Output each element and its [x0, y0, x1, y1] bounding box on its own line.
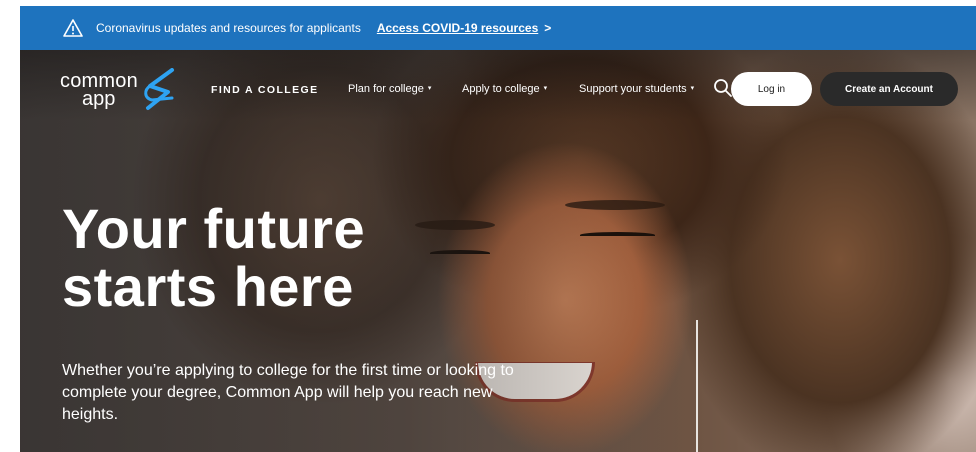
logo-mark-icon [144, 68, 174, 110]
nav-support-your-students[interactable]: Support your students ▾ [579, 83, 694, 95]
covid-resources-link[interactable]: Access COVID-19 resources [377, 21, 538, 35]
logo-text-line2: app [82, 88, 116, 110]
nav-plan-for-college[interactable]: Plan for college ▾ [348, 83, 431, 95]
nav-support-label: Support your students [579, 83, 687, 95]
search-icon[interactable] [713, 78, 733, 98]
create-account-button[interactable]: Create an Account [820, 72, 958, 106]
nav-apply-label: Apply to college [462, 83, 540, 95]
login-button[interactable]: Log in [731, 72, 812, 106]
banner-message: Coronavirus updates and resources for ap… [96, 21, 361, 35]
main-nav: common app FIND A COLLEGE Plan for colle… [20, 50, 976, 130]
hero-headline: Your future starts here [62, 200, 365, 316]
warning-triangle-icon [63, 19, 83, 37]
nav-find-a-college[interactable]: FIND A COLLEGE [211, 84, 319, 96]
chevron-right-icon: > [544, 21, 552, 35]
covid-banner: Coronavirus updates and resources for ap… [20, 6, 976, 50]
nav-plan-label: Plan for college [348, 83, 424, 95]
page: Coronavirus updates and resources for ap… [20, 0, 976, 452]
caret-down-icon: ▾ [543, 85, 548, 92]
nav-apply-to-college[interactable]: Apply to college ▾ [462, 83, 547, 95]
caret-down-icon: ▾ [427, 85, 432, 92]
hero-subtext: Whether you’re applying to college for t… [62, 362, 514, 423]
common-app-logo[interactable]: common app [60, 68, 185, 113]
headline-line-2: starts here [62, 255, 354, 318]
caret-down-icon: ▾ [690, 85, 695, 92]
headline-line-1: Your future [62, 197, 366, 260]
